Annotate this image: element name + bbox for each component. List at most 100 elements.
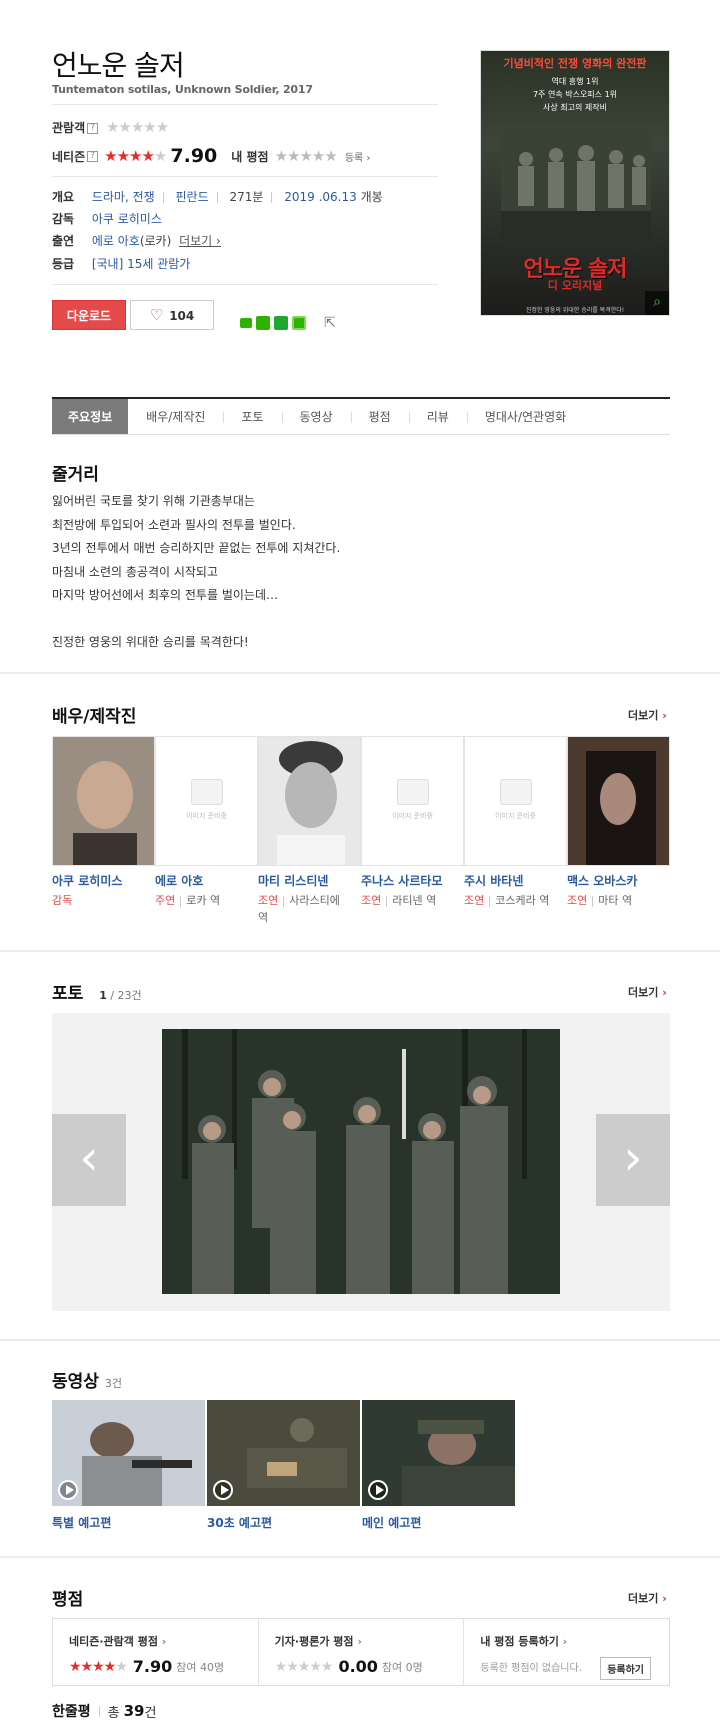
netizen-rating-summary: 네티즌·관람객 평점 ★★★★★ 7.90 참여 40명	[53, 1619, 258, 1685]
movie-poster[interactable]: 기념비적인 전쟁 영화의 완전판 역대 흥행 1위 7주 연속 박스오피스 1위…	[480, 50, 670, 316]
cast-name-link[interactable]: 맥스 오바스카	[567, 874, 637, 888]
cast-photo-placeholder[interactable]: 이미지 준비중	[464, 736, 567, 866]
video-item[interactable]: 메인 예고편	[362, 1400, 515, 1531]
release-date-link[interactable]: 2019 .06.13	[284, 190, 357, 204]
tab-photo[interactable]: 포토	[223, 399, 281, 434]
next-photo-button[interactable]: ›	[596, 1114, 670, 1206]
poster-tagline: 기념비적인 전쟁 영화의 완전판	[503, 57, 647, 70]
tab-video[interactable]: 동영상	[281, 399, 351, 434]
video-item[interactable]: 특별 예고편	[52, 1400, 205, 1531]
synopsis-line	[52, 608, 340, 632]
tab-review[interactable]: 리뷰	[408, 399, 467, 434]
placeholder-icon	[190, 779, 223, 805]
like-button[interactable]: ♡ 104	[130, 300, 214, 330]
video-thumbnail[interactable]	[362, 1400, 515, 1506]
cast-name-link[interactable]: 마티 리스티넨	[258, 874, 328, 888]
still-photo[interactable]	[162, 1029, 560, 1294]
section-divider	[0, 1339, 720, 1341]
video-title[interactable]: 특별 예고편	[52, 1514, 205, 1531]
poster-bottom-text: 진정한 영웅의 위대한 승리를 목격한다!	[525, 307, 625, 314]
netizen-summary-stars: ★★★★★	[69, 1658, 128, 1675]
cast-label: 출연	[52, 234, 75, 248]
photo-more-button[interactable]: 더보기	[628, 984, 667, 1000]
cast-more-button[interactable]: 더보기	[628, 707, 667, 723]
critic-rating-title[interactable]: 기자·평론가 평점	[275, 1633, 448, 1649]
video-title-text: 동영상	[52, 1372, 99, 1392]
zoom-icon[interactable]: ⌕	[645, 291, 669, 315]
share-icon[interactable]: ⇱	[324, 315, 336, 331]
video-thumbnail[interactable]	[52, 1400, 205, 1506]
cast-row: 출연 에로 아호(로카) 더보기 ›	[52, 232, 221, 249]
cast-name-link[interactable]: 주시 바타넨	[464, 874, 523, 888]
cast-role-name-cont: 역	[258, 911, 269, 924]
cast-member: 에로 아호 주연 로카 역	[155, 872, 258, 926]
download-button[interactable]: 다운로드	[52, 300, 126, 330]
country-link[interactable]: 핀란드	[176, 190, 209, 204]
genre-link[interactable]: 드라마, 전쟁	[92, 190, 155, 204]
help-icon[interactable]: ?	[87, 123, 99, 134]
synopsis-text: 잃어버린 국토를 찾기 위해 기관총부대는 최전방에 투입되어 소련과 필사의 …	[52, 490, 340, 655]
poster-claim-3: 사상 최고의 제작비	[543, 103, 607, 112]
netizen-rating-title[interactable]: 네티즌·관람객 평점	[69, 1633, 242, 1649]
tab-quotes-related[interactable]: 명대사/연관영화	[466, 399, 584, 434]
register-rating-link[interactable]: 등록 ›	[345, 149, 371, 164]
director-label: 감독	[52, 212, 75, 226]
register-rating-button[interactable]: 등록하기	[600, 1657, 652, 1680]
photo-current: 1	[99, 989, 107, 1002]
release-suffix: 개봉	[360, 190, 383, 204]
placeholder-icon	[396, 779, 429, 805]
cast-type: 조연	[567, 894, 588, 907]
no-image-placeholder: 이미지 준비중	[465, 779, 566, 821]
oneline-title: 한줄평	[52, 1704, 91, 1720]
my-rating-stars[interactable]: ★★★★★	[275, 147, 338, 165]
photo-section-title: 포토 1 / 23건	[52, 979, 142, 1004]
placeholder-icon	[499, 779, 532, 805]
band-share-icon[interactable]	[292, 316, 306, 330]
cast-photo[interactable]	[258, 736, 361, 866]
cast-photo-placeholder[interactable]: 이미지 준비중	[361, 736, 464, 866]
director-link[interactable]: 아쿠 로히미스	[92, 212, 162, 226]
play-icon	[368, 1480, 388, 1500]
netizen-stars: ★★★★★	[104, 147, 167, 165]
video-count: 3건	[104, 1377, 123, 1390]
line-share-icon[interactable]	[256, 316, 270, 330]
my-rating-title[interactable]: 내 평점 등록하기	[480, 1633, 653, 1649]
bookmark-share-icon[interactable]	[274, 316, 288, 330]
movie-title: 언노운 솔저	[52, 49, 185, 82]
share-buttons: ⇱	[240, 315, 336, 331]
cast-photo-image	[259, 737, 360, 865]
cast-main-link[interactable]: 에로 아호	[92, 234, 140, 248]
rating-more-button[interactable]: 더보기	[628, 1590, 667, 1606]
video-title[interactable]: 30초 예고편	[207, 1514, 360, 1531]
video-item[interactable]: 30초 예고편	[207, 1400, 360, 1531]
cast-more-label: 더보기	[179, 234, 213, 248]
netizen-summary-count: 참여 40명	[176, 1660, 225, 1674]
cast-type: 조연	[361, 894, 382, 907]
tab-main-info[interactable]: 주요정보	[52, 399, 129, 434]
cast-name-link[interactable]: 아쿠 로히미스	[52, 874, 122, 888]
cast-member: 주나스 사르타모 조연 라티넨 역	[361, 872, 464, 926]
synopsis-line: 마지막 방어선에서 최후의 전투를 벌이는데…	[52, 588, 278, 602]
cast-photo[interactable]	[567, 736, 670, 866]
video-title[interactable]: 메인 예고편	[362, 1514, 515, 1531]
grade-link[interactable]: [국내] 15세 관람가	[92, 257, 191, 271]
help-icon[interactable]: ?	[87, 150, 99, 162]
cast-more-link[interactable]: 더보기 ›	[179, 234, 221, 248]
tab-rating[interactable]: 평점	[350, 399, 409, 434]
cast-photo[interactable]	[52, 736, 155, 866]
grade-label: 등급	[52, 257, 75, 271]
cast-role-name: 라티넨 역	[392, 894, 437, 907]
synopsis-title: 줄거리	[52, 465, 99, 485]
audience-rating-row: 관람객? ★★★★★	[52, 118, 169, 136]
cast-photo-placeholder[interactable]: 이미지 준비중	[155, 736, 258, 866]
cast-name-link[interactable]: 에로 아호	[155, 874, 203, 888]
prev-photo-button[interactable]: ‹	[52, 1114, 126, 1206]
naver-share-icon[interactable]	[240, 318, 252, 328]
video-thumbnail[interactable]	[207, 1400, 360, 1506]
cast-type: 조연	[258, 894, 279, 907]
tab-cast-crew[interactable]: 배우/제작진	[128, 399, 223, 434]
section-divider	[0, 672, 720, 674]
video-section-title: 동영상 3건	[52, 1367, 122, 1392]
no-image-placeholder: 이미지 준비중	[362, 779, 463, 821]
cast-name-link[interactable]: 주나스 사르타모	[361, 874, 442, 888]
